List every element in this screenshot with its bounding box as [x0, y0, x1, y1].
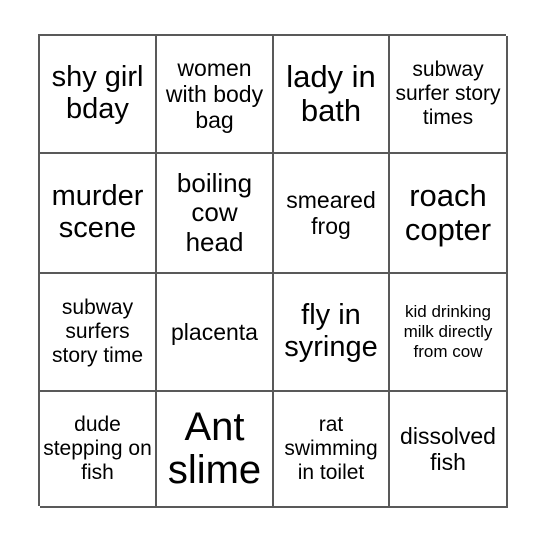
bingo-cell-r1c2[interactable]: women with body bag	[157, 36, 274, 154]
bingo-cell-r2c3[interactable]: smeared frog	[274, 154, 390, 274]
bingo-cell-label: Ant slime	[167, 404, 262, 492]
bingo-cell-r2c4[interactable]: roach copter	[390, 154, 508, 274]
bingo-cell-r1c1[interactable]: shy girl bday	[40, 36, 157, 154]
bingo-cell-label: dude stepping on fish	[43, 413, 152, 484]
bingo-cell-label: lady in bath	[286, 58, 376, 128]
bingo-cell-label: murder scene	[51, 180, 144, 244]
bingo-cell-label: kid drinking milk directly from cow	[403, 302, 493, 361]
bingo-cell-r3c3[interactable]: fly in syringe	[274, 274, 390, 392]
bingo-cell-r3c2[interactable]: placenta	[157, 274, 274, 392]
bingo-cell-r1c3[interactable]: lady in bath	[274, 36, 390, 154]
bingo-cell-label: boiling cow head	[176, 168, 253, 257]
bingo-cell-label: roach copter	[404, 177, 492, 247]
bingo-cell-r2c2[interactable]: boiling cow head	[157, 154, 274, 274]
bingo-cell-r2c1[interactable]: murder scene	[40, 154, 157, 274]
bingo-cell-label: placenta	[171, 318, 258, 345]
bingo-cell-label: smeared frog	[286, 186, 376, 239]
bingo-cell-label: subway surfers story time	[51, 296, 143, 367]
bingo-cell-r4c1[interactable]: dude stepping on fish	[40, 392, 157, 508]
bingo-cell-r4c3[interactable]: rat swimming in toilet	[274, 392, 390, 508]
bingo-cell-label: dissolved fish	[400, 422, 496, 475]
bingo-cell-label: subway surfer story times	[395, 58, 501, 129]
bingo-cell-r3c4[interactable]: kid drinking milk directly from cow	[390, 274, 508, 392]
bingo-cell-r1c4[interactable]: subway surfer story times	[390, 36, 508, 154]
bingo-cell-r3c1[interactable]: subway surfers story time	[40, 274, 157, 392]
bingo-card: shy girl bday women with body bag lady in …	[38, 34, 508, 508]
bingo-cell-label: fly in syringe	[284, 299, 378, 363]
bingo-cell-label: shy girl bday	[51, 61, 144, 125]
bingo-cell-r4c2[interactable]: Ant slime	[157, 392, 274, 508]
bingo-cell-label: rat swimming in toilet	[284, 413, 378, 484]
bingo-cell-label: women with body bag	[165, 54, 264, 134]
bingo-cell-r4c4[interactable]: dissolved fish	[390, 392, 508, 508]
